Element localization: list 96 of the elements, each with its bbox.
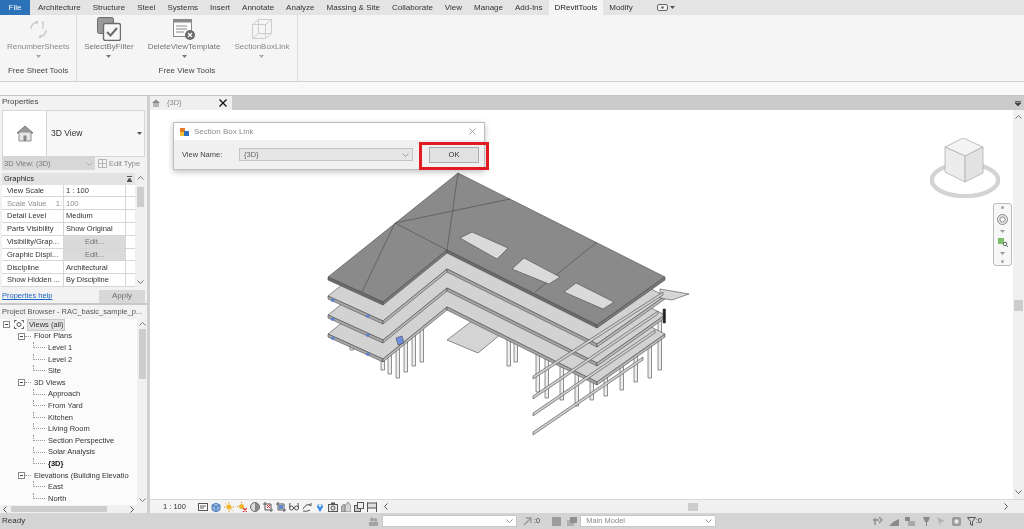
ribbon-tab[interactable]: Structure: [86, 0, 132, 15]
caret-down-icon: [181, 55, 187, 58]
panel-title: Properties: [1, 96, 40, 108]
chevron-up-icon[interactable]: [138, 322, 146, 326]
sign-icon[interactable]: [367, 501, 377, 512]
sphere-icon[interactable]: [250, 501, 260, 512]
ribbon-button[interactable]: SelectByFilter: [77, 15, 141, 64]
zoom-icon[interactable]: [997, 238, 1008, 247]
wheel-icon[interactable]: [997, 214, 1008, 225]
frame-icon[interactable]: [198, 501, 208, 512]
houses-icon[interactable]: [341, 501, 351, 512]
collapse-box-icon[interactable]: [18, 379, 25, 387]
collapse-icon: [127, 175, 132, 182]
highlight-frame: [419, 142, 489, 170]
type-selector[interactable]: 3D View: [2, 110, 145, 157]
caret-down-icon[interactable]: [1000, 252, 1005, 255]
circular-arrows-icon: [29, 20, 47, 38]
pin-icon[interactable]: [315, 501, 325, 512]
pushpin-icon[interactable]: [920, 516, 931, 526]
ribbon-tab[interactable]: View: [438, 0, 469, 15]
crop-crossed-icon[interactable]: [263, 501, 273, 512]
view-frame-icon: [14, 320, 24, 330]
scrollbar-thumb[interactable]: [136, 186, 144, 207]
ring-square-icon[interactable]: [951, 516, 961, 526]
chevron-down-icon[interactable]: [136, 280, 144, 285]
ribbon-tab[interactable]: Collaborate: [385, 0, 439, 15]
caret-down-icon: [137, 131, 142, 135]
sun-crossed-icon[interactable]: [237, 501, 247, 512]
collapse-box-icon[interactable]: [18, 332, 25, 340]
scrollbar-thumb[interactable]: [138, 329, 146, 379]
chevron-down-icon[interactable]: [138, 498, 146, 502]
people-icon: [369, 516, 378, 526]
ramp-icon[interactable]: [888, 516, 899, 526]
chevron-right-icon[interactable]: [130, 505, 134, 513]
ribbon-tab[interactable]: Annotate: [236, 0, 281, 15]
house-icon: [152, 99, 160, 107]
tab-menu-icon[interactable]: [1015, 100, 1021, 106]
chevron-right-icon[interactable]: [1004, 503, 1008, 510]
ribbon-tab[interactable]: Insert: [204, 0, 237, 15]
type-name: 3D View: [51, 127, 84, 140]
stacked-boxes-icon[interactable]: [904, 516, 915, 526]
status-message: Ready: [1, 515, 27, 527]
dialog-title: Section Box Link: [194, 125, 255, 138]
chevron-down-icon: [506, 519, 513, 523]
ribbon-tab[interactable]: Modify: [603, 0, 639, 15]
chevron-up-icon[interactable]: [136, 175, 144, 180]
ribbon-tab[interactable]: Analyze: [280, 0, 321, 15]
panel-title: Free View Tools: [157, 65, 217, 77]
arrow-icon: [523, 516, 532, 526]
dot-icon: [1001, 206, 1004, 209]
scrollbar-thumb[interactable]: [688, 502, 698, 511]
scrollbar-thumb[interactable]: [1014, 300, 1023, 311]
chevron-left-icon[interactable]: [384, 503, 388, 510]
caret-down-icon: [259, 55, 265, 58]
ribbon-tab[interactable]: Massing & Site: [320, 0, 386, 15]
glasses-icon[interactable]: [289, 501, 299, 512]
rectangle-caret-icon[interactable]: [656, 4, 675, 11]
window-delete-icon: [173, 18, 195, 40]
ribbon-tab[interactable]: Architecture: [32, 0, 87, 15]
ribbon-tab[interactable]: Systems: [161, 0, 205, 15]
scrollbar-thumb[interactable]: [11, 506, 107, 512]
app-icon: [180, 127, 189, 136]
caret-down-icon[interactable]: [1000, 230, 1005, 233]
house-icon: [15, 124, 34, 142]
close-icon[interactable]: [219, 99, 227, 107]
ribbon-tab[interactable]: Add-Ins: [509, 0, 549, 15]
chevron-up-icon[interactable]: [1015, 115, 1022, 119]
dot-icon: [1001, 260, 1004, 263]
vertical-scrollbar[interactable]: [1013, 110, 1024, 499]
square-icon: [552, 516, 562, 526]
crop-icon[interactable]: [276, 501, 286, 512]
collapse-box-icon[interactable]: [18, 472, 25, 479]
caret-down-icon: [35, 55, 41, 58]
cube-stack-icon[interactable]: [354, 501, 364, 512]
ribbon-button[interactable]: DeleteViewTemplate: [140, 15, 228, 64]
layers-icon: [567, 516, 578, 526]
file-tab[interactable]: File: [0, 0, 30, 15]
collapse-box-icon[interactable]: [3, 321, 10, 329]
panel-title: Free Sheet Tools: [6, 65, 70, 77]
curved-arrows-icon[interactable]: [302, 501, 312, 512]
chevron-down-icon: [705, 519, 713, 523]
caret-down-icon: [106, 55, 112, 58]
camera-icon[interactable]: [328, 501, 338, 512]
ribbon-tab[interactable]: Manage: [468, 0, 509, 15]
chevron-down-icon[interactable]: [1015, 490, 1022, 494]
ribbon-tab[interactable]: Steel: [131, 0, 162, 15]
chevron-left-icon[interactable]: [3, 505, 7, 513]
filter-icon[interactable]: [966, 516, 976, 526]
grid-icon: [98, 159, 107, 169]
cube-icon[interactable]: [211, 501, 221, 512]
chevron-down-icon: [402, 152, 409, 157]
wireframe-cube-icon: [252, 19, 272, 39]
horizontal-scrollbar[interactable]: [381, 500, 1024, 513]
chevron-down-icon: [86, 161, 93, 166]
arrow-bend-icon[interactable]: [872, 516, 883, 526]
ribbon-tab[interactable]: DRevitTools: [548, 0, 604, 15]
